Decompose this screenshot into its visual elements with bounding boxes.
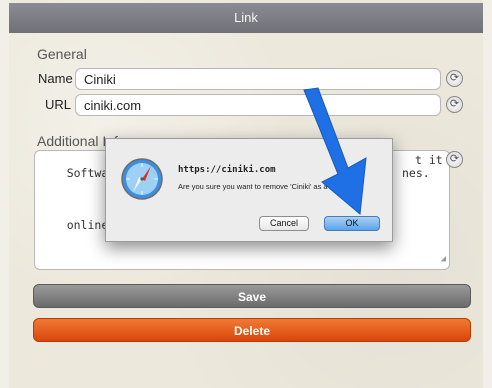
dialog-title: https://ciniki.com [178,165,276,175]
description-text-line2-right: nes. [402,166,430,180]
blue-arrow-icon [303,87,367,215]
name-label: Name [38,71,73,86]
general-section-title: General [37,46,87,62]
refresh-icon: ⟳ [449,98,460,110]
window-title: Link [9,3,483,33]
refresh-icon: ⟳ [449,153,460,165]
delete-button[interactable]: Delete [33,318,471,342]
save-button[interactable]: Save [33,284,471,308]
refresh-icon: ⟳ [449,72,460,84]
name-reset-button[interactable]: ⟳ [446,70,463,87]
additional-reset-button[interactable]: ⟳ [446,151,463,168]
url-reset-button[interactable]: ⟳ [446,96,463,113]
resize-grip-icon[interactable]: ◢ [441,253,446,266]
ok-button[interactable]: OK [324,216,380,231]
url-label: URL [45,97,72,112]
cancel-button[interactable]: Cancel [259,216,309,231]
safari-compass-icon [121,158,163,200]
